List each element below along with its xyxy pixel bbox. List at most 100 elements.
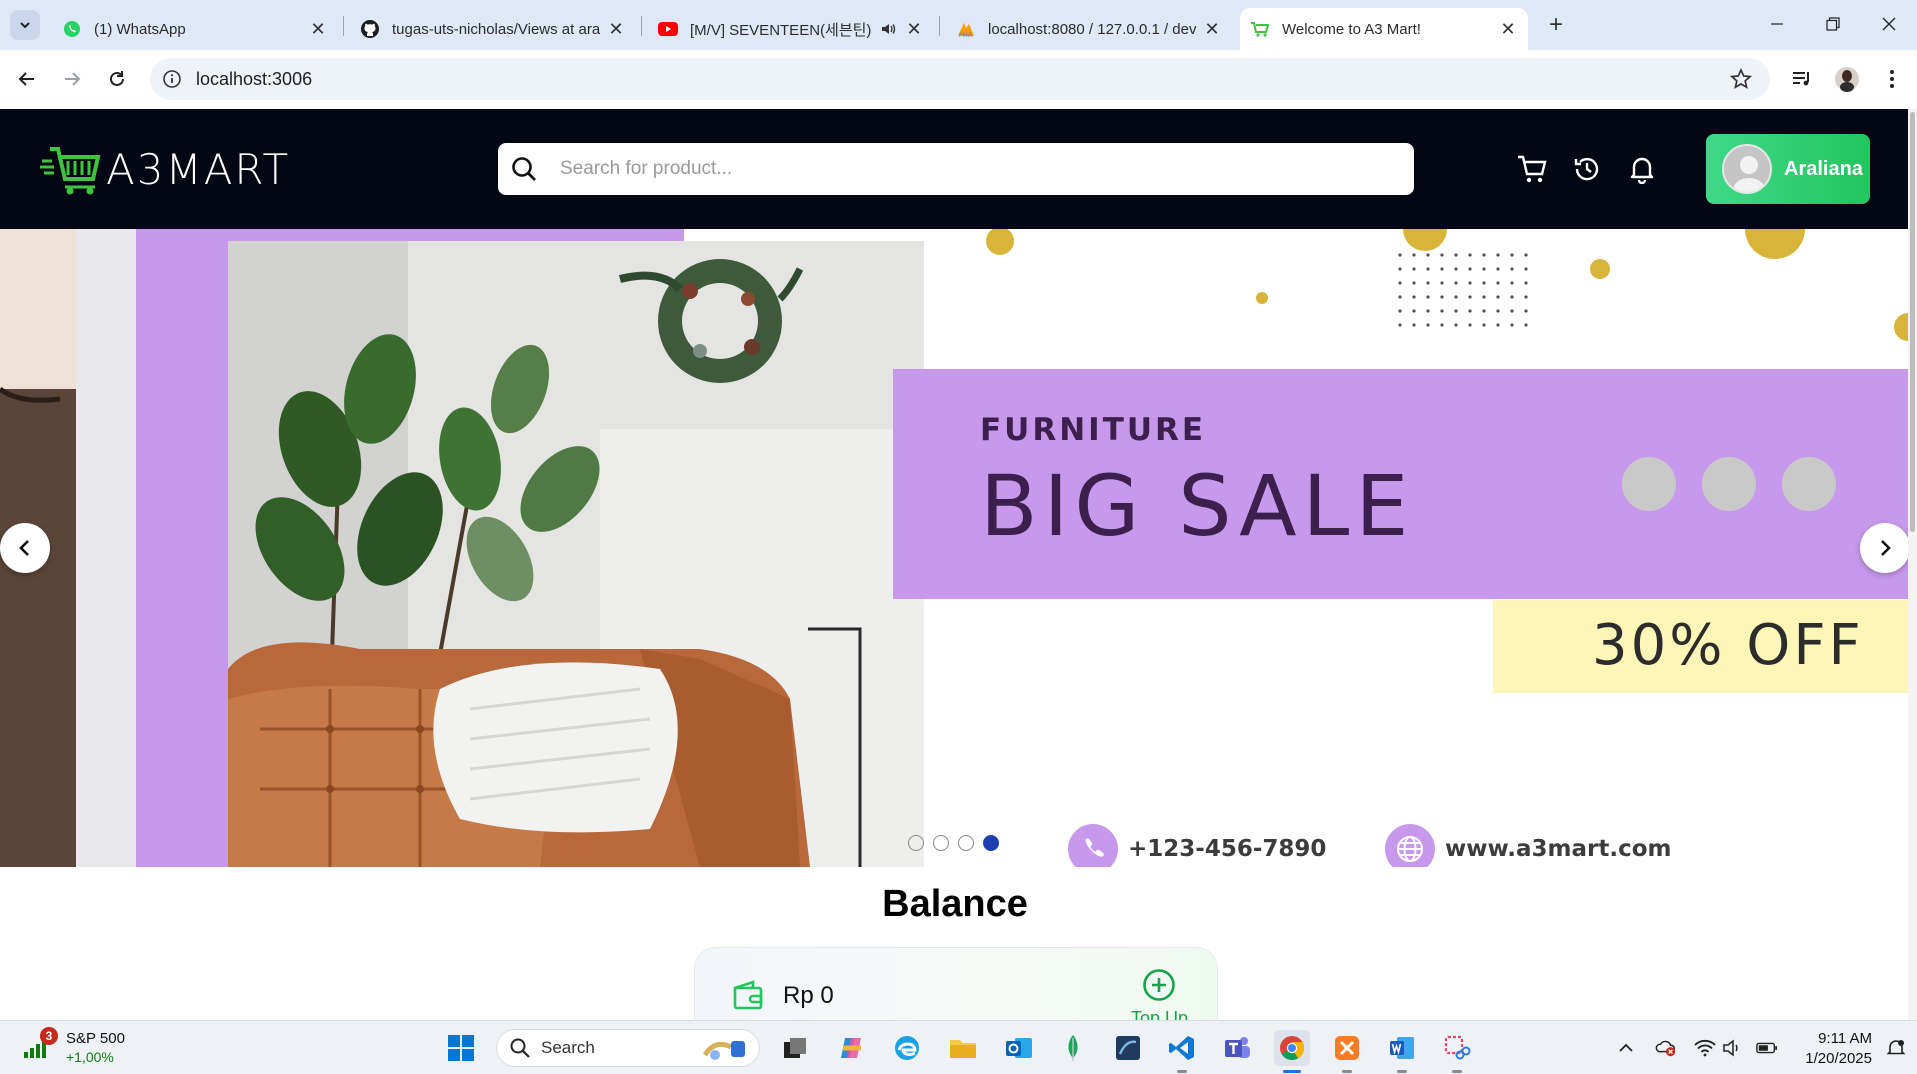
carousel-dot[interactable] [908, 835, 924, 851]
browser-menu-button[interactable] [1877, 64, 1907, 94]
back-button[interactable] [12, 64, 42, 94]
teams-icon [1225, 1037, 1250, 1058]
media-controls-button[interactable] [1787, 64, 1817, 94]
new-tab-button[interactable]: + [1542, 11, 1570, 39]
taskbar-outlook[interactable] [1001, 1030, 1037, 1066]
taskbar-word[interactable] [1384, 1030, 1420, 1073]
search-highlight-icon [702, 1041, 745, 1060]
onedrive-status[interactable] [1655, 1037, 1677, 1059]
page-scrollbar-thumb[interactable] [1910, 112, 1915, 532]
minimize-button[interactable] [1754, 8, 1800, 40]
carousel-prev-button[interactable] [0, 523, 50, 573]
phpmyadmin-icon: PMA [956, 19, 976, 39]
stock-widget[interactable]: 3 S&P 500 +1,00% [22, 1027, 125, 1067]
user-profile-button[interactable]: Araliana [1706, 134, 1870, 204]
search-input[interactable] [560, 153, 1380, 185]
taskbar-chrome[interactable] [1274, 1030, 1310, 1073]
close-tab-icon[interactable]: ✕ [606, 19, 626, 39]
tab-title: (1) WhatsApp [94, 20, 186, 38]
tab-title: localhost:8080 / 127.0.0.1 / dev [988, 20, 1196, 38]
cart-button[interactable] [1515, 152, 1549, 186]
tab-a3mart[interactable]: Welcome to A3 Mart! ✕ [1240, 8, 1528, 50]
carousel-dot[interactable] [958, 835, 974, 851]
site-info-icon[interactable] [162, 69, 182, 89]
minimize-icon [1771, 23, 1783, 25]
close-window-button[interactable] [1866, 8, 1912, 40]
taskbar-task-view[interactable] [777, 1030, 813, 1066]
reload-icon [110, 71, 124, 86]
notification-center-button[interactable] [1885, 1037, 1907, 1059]
cloud-error-icon [1655, 1040, 1676, 1057]
taskbar-xampp[interactable] [1329, 1030, 1365, 1073]
history-button[interactable] [1570, 152, 1604, 186]
promo-headline: BIG SALE [980, 457, 1415, 555]
profile-avatar[interactable] [1832, 64, 1862, 94]
plus-circle-icon[interactable] [1142, 968, 1176, 1002]
snipping-tool-icon [1444, 1035, 1471, 1060]
taskbar-mongodb[interactable] [1055, 1030, 1091, 1066]
carousel-dot-active[interactable] [983, 835, 999, 851]
carousel-next-button[interactable] [1860, 523, 1908, 573]
battery-status[interactable] [1756, 1037, 1778, 1059]
stock-change: +1,00% [66, 1049, 114, 1065]
show-hidden-icons-button[interactable] [1615, 1037, 1637, 1059]
taskbar-snipping-tool[interactable] [1439, 1030, 1475, 1073]
phone-number: +123-456-7890 [1128, 836, 1327, 862]
taskbar-copilot[interactable] [833, 1030, 869, 1066]
gray-circle [1702, 457, 1756, 511]
bookmark-star-icon[interactable] [1730, 68, 1752, 90]
system-clock[interactable]: 9:11 AM 1/20/2025 [1792, 1029, 1872, 1069]
a3mart-logo[interactable]: A3MART [40, 139, 290, 199]
mongodb-leaf-icon [1068, 1035, 1078, 1061]
logo-text: A3MART [106, 144, 291, 194]
volume-status[interactable] [1722, 1037, 1744, 1059]
vscode-icon [1169, 1036, 1194, 1060]
address-bar[interactable]: localhost:3006 [150, 58, 1770, 100]
user-placeholder-icon [1733, 156, 1765, 192]
whatsapp-icon [62, 19, 82, 39]
product-search-bar[interactable] [498, 143, 1414, 195]
notifications-button[interactable] [1625, 152, 1659, 186]
taskbar-teams[interactable] [1219, 1030, 1255, 1066]
speaker-icon[interactable] [878, 19, 898, 39]
reload-button[interactable] [102, 64, 132, 94]
restore-button[interactable] [1810, 8, 1856, 40]
chevron-left-icon [19, 540, 29, 556]
folder-icon [950, 1040, 976, 1058]
user-name: Araliana [1784, 157, 1863, 180]
url-text: localhost:3006 [196, 69, 313, 89]
tab-github[interactable]: tugas-uts-nicholas/Views at ara ✕ [350, 8, 636, 50]
a3mart-cart-icon [1250, 19, 1270, 39]
promo-carousel: FURNITURE BIG SALE 30% OFF +123-456-7890… [0, 229, 1908, 867]
taskbar-vscode[interactable] [1164, 1030, 1200, 1073]
taskbar-file-explorer[interactable] [945, 1030, 981, 1066]
taskbar-sql-workbench[interactable] [1110, 1030, 1146, 1066]
tab-search-button[interactable] [10, 10, 40, 40]
youtube-icon [658, 19, 678, 39]
copilot-icon [841, 1038, 861, 1058]
chrome-icon [1280, 1036, 1305, 1061]
running-indicator [1397, 1070, 1407, 1073]
close-tab-icon[interactable]: ✕ [1202, 19, 1222, 39]
purple-stripe [136, 229, 228, 867]
search-icon [512, 157, 536, 181]
wifi-status[interactable] [1694, 1037, 1716, 1059]
tab-youtube[interactable]: [M/V] SEVENTEEN(세븐틴) - ✕ [648, 8, 934, 50]
start-button[interactable] [443, 1030, 479, 1066]
promo-website: www.a3mart.com [1385, 824, 1672, 867]
balance-amount: Rp 0 [783, 982, 834, 1009]
gray-circle [1622, 457, 1676, 511]
tab-whatsapp[interactable]: (1) WhatsApp ✕ [52, 8, 338, 50]
tab-phpmyadmin[interactable]: PMA localhost:8080 / 127.0.0.1 / dev ✕ [946, 8, 1232, 50]
taskbar-search[interactable]: Search [496, 1029, 760, 1067]
white-pillow [433, 662, 678, 833]
taskbar-search-label: Search [541, 1038, 595, 1057]
close-tab-icon[interactable]: ✕ [904, 19, 924, 39]
forward-button[interactable] [57, 64, 87, 94]
close-tab-icon[interactable]: ✕ [1498, 19, 1518, 39]
close-tab-icon[interactable]: ✕ [308, 19, 328, 39]
carousel-dot[interactable] [933, 835, 949, 851]
app-header: A3MART Araliana [0, 109, 1908, 229]
taskbar-edge[interactable] [889, 1030, 925, 1066]
word-icon [1390, 1037, 1414, 1059]
